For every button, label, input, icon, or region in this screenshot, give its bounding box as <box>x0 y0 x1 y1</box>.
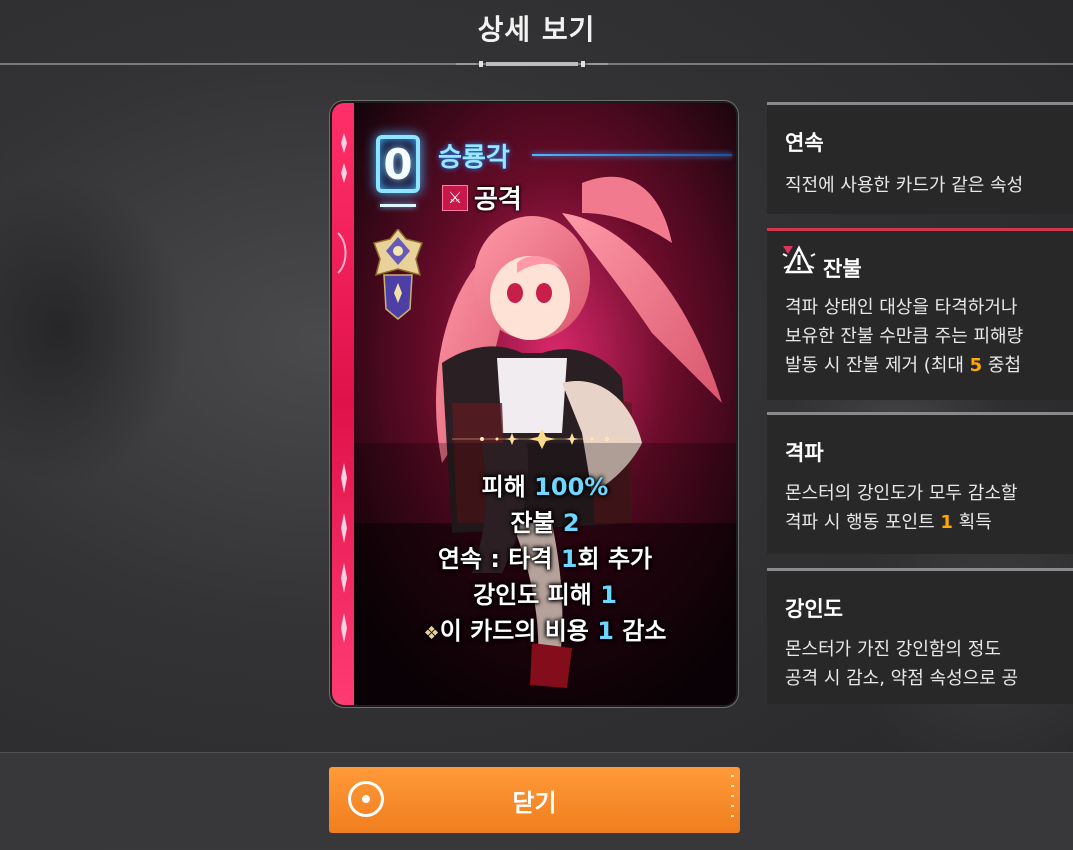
panel-body: 몬스터가 가진 강인함의 정도 공격 시 감소, 약점 속성으로 공 <box>785 639 1019 689</box>
card-name-underline <box>532 154 732 156</box>
card-name: 승룡각 <box>438 143 510 173</box>
panel-title: 연속 <box>785 131 824 155</box>
card-type: ⚔ 공격 <box>442 179 522 216</box>
sparkle-divider-icon <box>452 429 632 449</box>
panel-title: 격파 <box>785 441 824 465</box>
panel-title: 강인도 <box>785 597 843 621</box>
keyword-panel-toughness: 강인도 몬스터가 가진 강인함의 정도 공격 시 감소, 약점 속성으로 공 <box>767 568 1073 704</box>
effect-line: 연속 : 타격 1회 추가 <box>437 545 653 573</box>
close-button-label: 닫기 <box>512 789 557 817</box>
effect-line: ❖이 카드의 비용 1 감소 <box>423 617 667 645</box>
emblem-small-icon: ❖ <box>423 623 440 644</box>
page-title: 상세 보기 <box>477 13 596 46</box>
header: 상세 보기 <box>0 0 1073 67</box>
header-ornament-icon <box>456 61 608 67</box>
skill-card: 0 승룡각 ⚔ 공격 피해 100% 잔불 2 연속 : 타격 1회 추가 강인… <box>332 103 736 705</box>
strip-ornament-icon <box>337 133 347 643</box>
panel-body: 격파 상태인 대상을 타격하거나 보유한 잔불 수만큼 주는 피해량 발동 시 … <box>785 297 1024 376</box>
crossed-swords-icon: ⚔ <box>442 184 468 211</box>
keyword-panel-consecutive: 연속 직전에 사용한 카드가 같은 속성 <box>767 102 1073 214</box>
effect-line: 피해 100% <box>481 473 609 501</box>
effect-line: 강인도 피해 1 <box>473 581 617 609</box>
button-dots-ornament <box>731 775 734 825</box>
attribute-emblem-icon <box>373 229 423 320</box>
card-effect-text: 피해 100% 잔불 2 연속 : 타격 1회 추가 강인도 피해 1 ❖이 카… <box>354 469 736 652</box>
effect-line: 잔불 2 <box>510 509 580 537</box>
panel-body: 직전에 사용한 카드가 같은 속성 <box>785 175 1024 196</box>
close-button[interactable]: 닫기 <box>329 767 740 833</box>
keyword-panel-ember: 잔불 격파 상태인 대상을 타격하거나 보유한 잔불 수만큼 주는 피해량 발동… <box>767 228 1073 400</box>
panel-title: 잔불 <box>823 257 862 281</box>
ember-warning-icon <box>782 245 816 274</box>
card-cost: 0 <box>376 135 420 193</box>
cost-underline <box>380 204 416 207</box>
card-type-label: 공격 <box>474 185 522 215</box>
keyword-panel-break: 격파 몬스터의 강인도가 모두 감소할 격파 시 행동 포인트 1 획득 <box>767 412 1073 554</box>
panel-body: 몬스터의 강인도가 모두 감소할 격파 시 행동 포인트 1 획득 <box>785 483 1018 533</box>
